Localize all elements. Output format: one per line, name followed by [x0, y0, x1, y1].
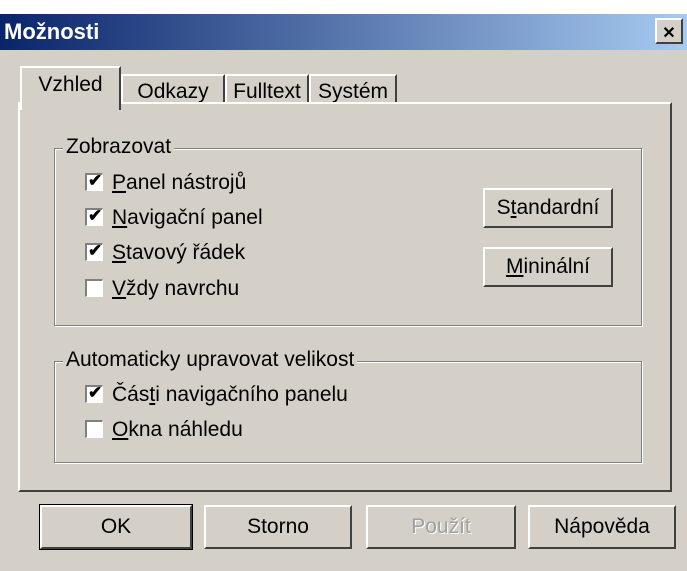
tab-label: Fulltext — [233, 80, 301, 103]
checkbox-vzdy-navrchu[interactable]: Vždy navrchu — [85, 275, 239, 303]
label-accel: V — [112, 277, 127, 300]
group-title-autosize: Automaticky upravovat velikost — [63, 348, 358, 372]
tab-panel-vzhled: Zobrazovat ✔ Panel nástrojů ✔ Navigační pa… — [18, 102, 672, 492]
button-label: Standardní — [485, 196, 611, 220]
apply-button[interactable]: Použít — [366, 505, 516, 549]
label-accel: N — [112, 206, 128, 229]
button-label: Použít — [411, 515, 471, 538]
checkbox-box[interactable]: ✔ — [85, 170, 103, 191]
tab-label: Odkazy — [137, 80, 209, 103]
button-label: Storno — [247, 515, 309, 538]
checkbox-box[interactable]: ✔ — [85, 205, 103, 226]
label-part: andardní — [516, 196, 600, 219]
minimal-button[interactable]: Mininální — [483, 247, 613, 287]
cancel-button[interactable]: Storno — [204, 505, 352, 549]
checkbox-box[interactable] — [85, 419, 103, 438]
checkbox-navigacni-panel[interactable]: ✔ Navigační panel — [85, 204, 263, 232]
checkbox-box[interactable]: ✔ — [85, 240, 103, 261]
check-icon: ✔ — [88, 382, 103, 402]
group-autosize: Automaticky upravovat velikost ✔ Části na… — [54, 348, 642, 463]
label-part: tavový řádek — [126, 241, 246, 264]
title-bar[interactable]: Možnosti ✕ — [0, 14, 687, 50]
tab-vzhled[interactable]: Vzhled — [20, 66, 121, 110]
standard-button[interactable]: Standardní — [483, 188, 613, 228]
checkbox-casti-navigacniho-panelu[interactable]: ✔ Části navigačního panelu — [85, 381, 348, 409]
check-icon: ✔ — [88, 205, 103, 225]
label-part: i navigačního panelu — [155, 383, 348, 406]
group-title-zobrazovat: Zobrazovat — [63, 135, 175, 159]
label-part: ininální — [523, 255, 591, 278]
label-accel: S — [112, 241, 127, 264]
window-title: Možnosti — [4, 19, 100, 44]
checkbox-box[interactable] — [85, 278, 103, 297]
label-part: anel nástrojů — [126, 171, 247, 194]
checkbox-box[interactable]: ✔ — [85, 382, 103, 403]
close-button[interactable]: ✕ — [655, 18, 683, 44]
group-zobrazovat: Zobrazovat ✔ Panel nástrojů ✔ Navigační pa… — [54, 135, 642, 326]
label-part: S — [496, 196, 511, 219]
check-icon: ✔ — [88, 240, 103, 260]
label-part: kna náhledu — [128, 418, 243, 441]
checkbox-stavovy-radek[interactable]: ✔ Stavový řádek — [85, 239, 245, 267]
help-button[interactable]: Nápověda — [528, 505, 676, 549]
close-icon: ✕ — [662, 25, 676, 42]
label-accel: M — [505, 255, 524, 278]
button-label: OK — [100, 515, 132, 538]
button-label: Mininální — [485, 255, 611, 279]
check-icon: ✔ — [88, 170, 103, 190]
label-accel: P — [112, 171, 127, 194]
label-part: avigační panel — [127, 206, 263, 229]
tab-label: Systém — [317, 80, 388, 103]
button-label: Nápověda — [554, 515, 650, 538]
tab-label: Vzhled — [38, 73, 103, 96]
label-part: ždy navrchu — [126, 277, 240, 300]
label-accel: O — [112, 418, 129, 441]
label-part: Čás — [112, 383, 150, 406]
checkbox-panel-nastroju[interactable]: ✔ Panel nástrojů — [85, 169, 246, 197]
checkbox-okna-nahledu[interactable]: Okna náhledu — [85, 416, 243, 444]
options-dialog: Možnosti ✕ Vzhled Odkazy Fulltext Systém… — [0, 14, 687, 571]
ok-button[interactable]: OK — [39, 504, 193, 550]
